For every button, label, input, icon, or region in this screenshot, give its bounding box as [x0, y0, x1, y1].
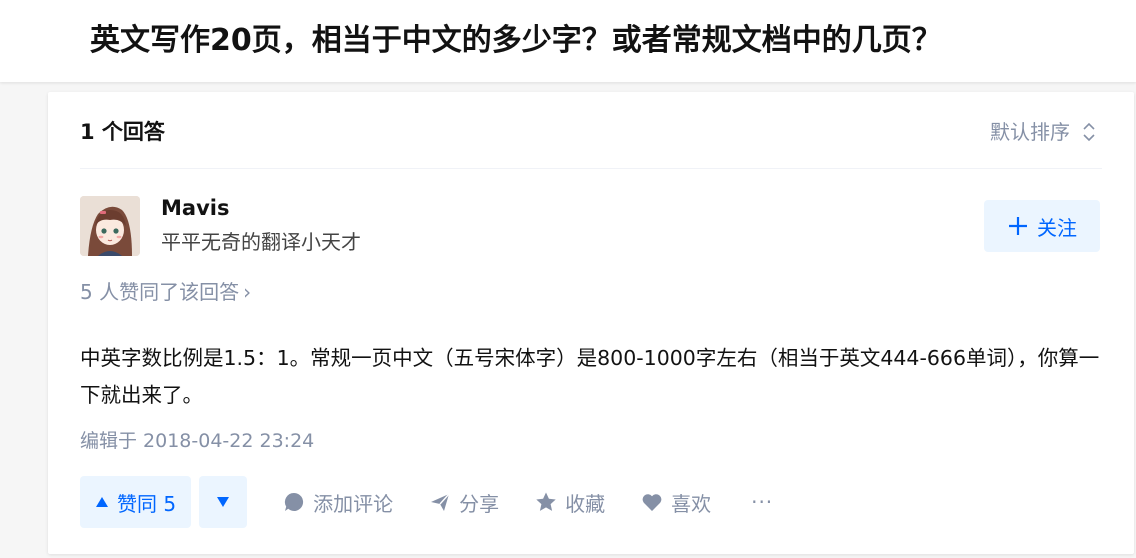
heart-icon	[642, 494, 662, 511]
upvote-label: 赞同 5	[117, 491, 177, 516]
collect-label: 收藏	[565, 491, 606, 516]
author-bio: 平平无奇的翻译小天才	[161, 230, 361, 254]
sort-label: 默认排序	[990, 120, 1070, 144]
upvote-button[interactable]: 赞同 5	[80, 476, 192, 528]
star-icon	[536, 492, 556, 511]
answer-count: 1 个回答	[80, 120, 165, 144]
avatar[interactable]	[80, 196, 140, 256]
follow-label: 关注	[1037, 215, 1077, 240]
question-header: 英文写作20页，相当于中文的多少字？或者常规文档中的几页？	[0, 0, 1136, 82]
share-icon	[431, 493, 450, 511]
share-button[interactable]: 分享	[429, 488, 499, 517]
divider	[80, 168, 1102, 169]
downvote-button[interactable]	[199, 476, 248, 528]
chevron-up-down-icon	[1083, 122, 1095, 142]
collect-button[interactable]: 收藏	[535, 488, 605, 517]
comment-button[interactable]: 添加评论	[283, 488, 393, 517]
like-label: 喜欢	[671, 491, 712, 516]
triangle-down-icon	[217, 497, 230, 507]
action-bar: 赞同 5 添加评论 分享 收藏 喜欢 ···	[80, 476, 773, 528]
chevron-right-icon: ›	[243, 280, 252, 304]
more-button[interactable]: ···	[751, 490, 773, 514]
author-name[interactable]: Mavis	[161, 194, 229, 222]
avatar-illustration	[80, 196, 140, 256]
like-button[interactable]: 喜欢	[641, 488, 711, 517]
voters-link[interactable]: 5 人赞同了该回答 ›	[80, 278, 251, 306]
plus-icon	[1009, 217, 1027, 235]
edit-time[interactable]: 编辑于 2018-04-22 23:24	[80, 427, 314, 455]
share-label: 分享	[459, 491, 500, 516]
question-title: 英文写作20页，相当于中文的多少字？或者常规文档中的几页？	[90, 23, 942, 58]
comment-label: 添加评论	[313, 491, 394, 516]
comment-icon	[285, 492, 304, 511]
sort-button[interactable]: 默认排序	[990, 118, 1098, 146]
answer-content: 中英字数比例是1.5：1。常规一页中文（五号宋体字）是800-1000字左右（相…	[80, 346, 1100, 407]
follow-button[interactable]: 关注	[984, 200, 1100, 252]
answer-card: 1 个回答 默认排序 Mavis 平平无奇的翻译小天才 关注 5 人赞同了该回答…	[48, 92, 1134, 554]
triangle-up-icon	[96, 497, 108, 507]
voters-label: 5 人赞同了该回答	[80, 280, 240, 304]
